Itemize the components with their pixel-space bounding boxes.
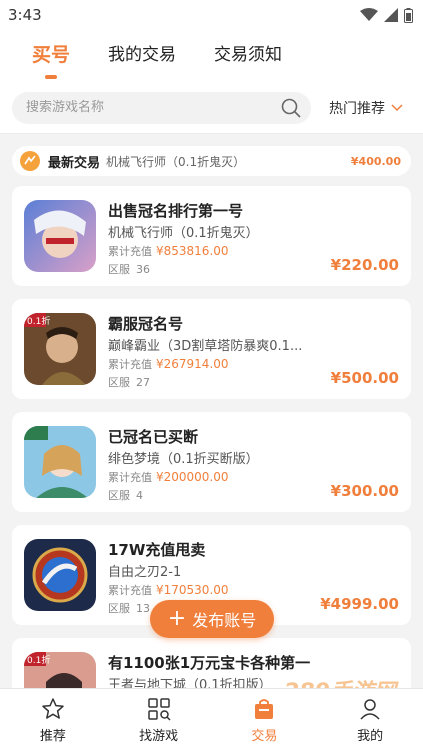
- svg-text:0.1折: 0.1折: [27, 315, 50, 327]
- publish-account-label: 发布账号: [192, 611, 257, 630]
- listing-price: ¥220.00: [330, 256, 399, 274]
- listing-server: 区服 36: [108, 263, 150, 276]
- bottom-nav: 推荐 找游戏 交易 我的: [0, 688, 423, 752]
- game-thumbnail: [24, 539, 96, 611]
- game-thumbnail: [24, 426, 96, 498]
- listing-game: 自由之刃2-1: [108, 565, 182, 580]
- status-icons: [360, 7, 413, 23]
- listing-price: ¥300.00: [330, 482, 399, 500]
- search-input[interactable]: [26, 100, 256, 115]
- listing-card[interactable]: 出售冠名排行第一号 机械飞行师（0.1折鬼灭） 累计充值 ¥853816.00 区…: [12, 186, 411, 286]
- search-box[interactable]: [12, 91, 311, 124]
- user-icon: [360, 699, 380, 720]
- listing-server: 区服 27: [108, 376, 150, 389]
- grid-search-icon: [147, 698, 171, 721]
- listing-server: 区服 13: [108, 602, 150, 615]
- tab-trade-rules[interactable]: 交易须知: [214, 30, 282, 65]
- nav-item-trade[interactable]: 交易: [212, 689, 318, 752]
- chevron-down-icon: [391, 103, 403, 111]
- listing-game: 机械飞行师（0.1折鬼灭）: [108, 226, 259, 241]
- battery-icon: [404, 7, 413, 23]
- listing-card[interactable]: 0.1折 霸服冠名号 巅峰霸业（3D割草塔防暴爽0.1... 累计充值 ¥2679…: [12, 299, 411, 399]
- svg-text:0.1折: 0.1折: [27, 654, 50, 666]
- listing-game: 绯色梦境（0.1折买断版）: [108, 452, 259, 467]
- signal-icon: [384, 8, 398, 22]
- wifi-icon: [360, 8, 378, 21]
- nav-item-mine[interactable]: 我的: [317, 689, 423, 752]
- listing-recharge: 累计充值 ¥170530.00: [108, 583, 229, 597]
- listing-title: 出售冠名排行第一号: [108, 202, 244, 220]
- nav-label: 推荐: [39, 729, 66, 744]
- sort-label: 热门推荐: [329, 100, 385, 117]
- listing-card[interactable]: 已冠名已买断 绯色梦境（0.1折买断版） 累计充值 ¥200000.00 区服 4 …: [12, 412, 411, 512]
- sort-dropdown[interactable]: 热门推荐: [329, 98, 403, 118]
- status-bar: 3:43: [0, 0, 423, 30]
- listing-recharge: 累计充值 ¥853816.00: [108, 244, 229, 258]
- listing-title: 有1100张1万元宝卡各种第一: [108, 654, 311, 672]
- publish-account-button[interactable]: + 发布账号: [150, 600, 274, 638]
- tab-buy-account[interactable]: 买号: [32, 30, 70, 67]
- game-thumbnail: [24, 200, 96, 272]
- listing-title: 霸服冠名号: [108, 315, 184, 333]
- latest-trade-desc: 机械飞行师（0.1折鬼灭）: [106, 154, 246, 169]
- status-time: 3:43: [8, 6, 42, 24]
- search-icon[interactable]: [281, 98, 301, 118]
- listing-title: 已冠名已买断: [108, 428, 199, 446]
- search-row: 热门推荐: [0, 82, 423, 134]
- listing-price: ¥500.00: [330, 369, 399, 387]
- game-thumbnail: 0.1折: [24, 313, 96, 385]
- star-icon: [42, 698, 64, 719]
- latest-trade-title: 最新交易: [48, 155, 101, 171]
- nav-item-recommend[interactable]: 推荐: [0, 689, 106, 752]
- listing-server: 区服 4: [108, 489, 143, 502]
- top-tabs: 买号 我的交易 交易须知: [0, 30, 423, 82]
- listing-title: 17W充值甩卖: [108, 541, 206, 559]
- plus-icon: +: [167, 606, 187, 631]
- nav-label: 我的: [357, 729, 384, 744]
- trade-bag-icon: [255, 699, 274, 719]
- listing-recharge: 累计充值 ¥200000.00: [108, 470, 229, 484]
- latest-trade-icon: [20, 151, 40, 171]
- latest-trade-price: ¥400.00: [350, 154, 401, 168]
- listing-game: 巅峰霸业（3D割草塔防暴爽0.1...: [108, 339, 303, 354]
- listing-recharge: 累计充值 ¥267914.00: [108, 357, 229, 371]
- nav-item-find-game[interactable]: 找游戏: [106, 689, 212, 752]
- nav-label: 交易: [251, 729, 278, 744]
- listing-price: ¥4999.00: [320, 595, 399, 613]
- nav-label: 找游戏: [139, 729, 179, 744]
- latest-trade-banner[interactable]: 最新交易 机械飞行师（0.1折鬼灭） ¥400.00: [12, 146, 411, 176]
- tab-my-trades[interactable]: 我的交易: [108, 30, 176, 65]
